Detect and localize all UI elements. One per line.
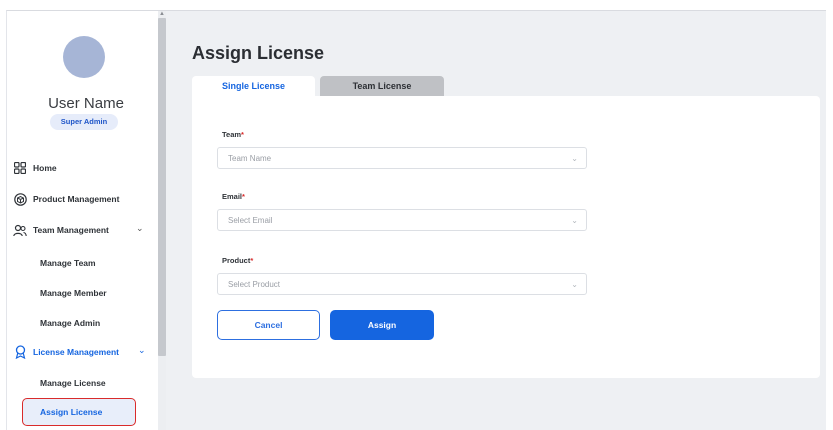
team-users-icon [13,223,27,237]
sidebar-item-manage-license[interactable]: Manage License [40,376,106,390]
sidebar-item-manage-member[interactable]: Manage Member [40,286,107,300]
sidebar-item-home[interactable]: Home [13,159,57,177]
required-marker: * [241,130,244,139]
sidebar-item-label: Home [33,163,57,173]
sidebar-item-manage-admin[interactable]: Manage Admin [40,316,100,330]
product-select-placeholder: Select Product [228,280,281,289]
chevron-down-icon: ⌄ [571,216,578,225]
sidebar-item-manage-team[interactable]: Manage Team [40,256,96,270]
required-marker: * [242,192,245,201]
email-label-text: Email [222,192,243,201]
sidebar-scrollbar-thumb[interactable] [158,18,166,356]
chevron-down-icon: ⌄ [571,154,578,163]
sidebar-item-label: License Management [33,347,119,357]
assign-button[interactable]: Assign [330,310,434,340]
team-select-placeholder: Team Name [228,154,272,163]
email-select-placeholder: Select Email [228,216,273,225]
home-grid-icon [13,161,27,175]
avatar[interactable] [63,36,105,78]
sidebar-item-team-management[interactable]: Team Management [13,221,109,239]
chevron-down-icon: ⌄ [571,280,578,289]
email-field-label: Email* [222,192,245,201]
sidebar-item-label: Team Management [33,225,109,235]
cancel-button[interactable]: Cancel [217,310,320,340]
team-field-label: Team* [222,130,244,139]
email-select[interactable]: Select Email ⌄ [217,209,587,231]
user-name: User Name [48,95,124,112]
role-badge: Super Admin [50,114,118,130]
product-field-label: Product* [222,256,253,265]
sidebar-item-label: Product Management [33,194,120,204]
page-title: Assign License [192,43,325,63]
product-select[interactable]: Select Product ⌄ [217,273,587,295]
tab-single-license[interactable]: Single License [192,76,315,97]
chevron-down-icon[interactable]: ⌄ [138,345,146,356]
chevron-down-icon[interactable]: ⌄ [136,223,144,234]
scroll-up-arrow-icon[interactable]: ▲ [159,11,165,18]
license-award-icon [13,345,27,359]
team-label-text: Team [222,130,242,139]
sidebar-item-license-management[interactable]: License Management [13,343,119,361]
tab-team-license[interactable]: Team License [320,76,444,97]
sidebar-item-product-management[interactable]: Product Management [13,190,119,208]
product-label-text: Product [222,256,251,265]
sidebar-item-assign-license[interactable]: Assign License [40,405,102,419]
required-marker: * [250,256,254,265]
team-select[interactable]: Team Name ⌄ [217,147,587,169]
product-box-icon [13,192,27,206]
